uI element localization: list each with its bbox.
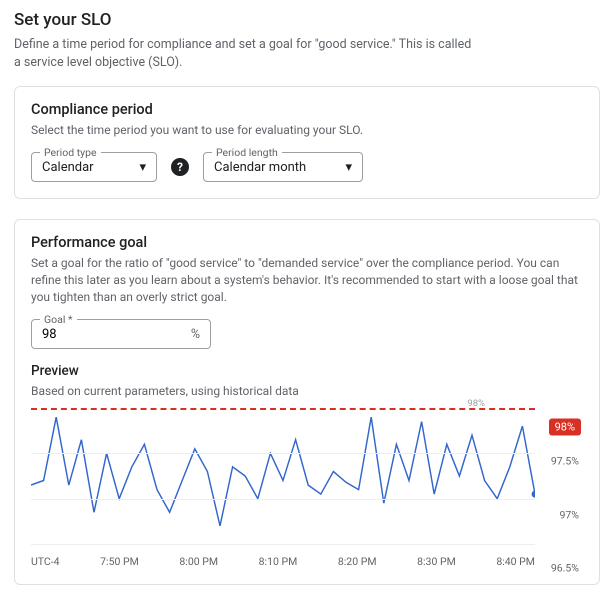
threshold-badge: 98%	[549, 419, 581, 436]
goal-label: Goal *	[40, 313, 77, 326]
x-tick: 8:00 PM	[179, 555, 218, 568]
x-tick: UTC-4	[31, 555, 60, 568]
x-tick: 8:30 PM	[417, 555, 456, 568]
compliance-desc: Select the time period you want to use f…	[31, 122, 583, 139]
performance-card: Performance goal Set a goal for the rati…	[14, 219, 600, 586]
period-length-value: Calendar month	[214, 160, 306, 175]
x-tick: 8:20 PM	[338, 555, 377, 568]
period-type-value: Calendar	[42, 160, 94, 175]
x-tick: 8:10 PM	[259, 555, 298, 568]
x-tick: 8:40 PM	[496, 555, 535, 568]
page-title: Set your SLO	[14, 10, 600, 30]
period-length-select[interactable]: Period length Calendar month ▾	[203, 152, 363, 182]
goal-input[interactable]	[42, 327, 183, 342]
period-type-label: Period type	[40, 146, 101, 159]
goal-field[interactable]: Goal * %	[31, 319, 211, 349]
preview-desc: Based on current parameters, using histo…	[31, 383, 583, 400]
y-tick: 97.5%	[551, 455, 579, 468]
x-tick: 7:50 PM	[100, 555, 139, 568]
y-tick: 96.5%	[551, 562, 579, 575]
performance-desc: Set a goal for the ratio of "good servic…	[31, 255, 583, 307]
compliance-title: Compliance period	[31, 101, 583, 118]
grid-line	[31, 499, 535, 500]
x-axis: UTC-4 7:50 PM 8:00 PM 8:10 PM 8:20 PM 8:…	[31, 555, 535, 568]
compliance-card: Compliance period Select the time period…	[14, 86, 600, 198]
performance-title: Performance goal	[31, 234, 583, 251]
threshold-line	[31, 408, 535, 410]
goal-unit: %	[191, 327, 200, 342]
period-type-select[interactable]: Period type Calendar ▾	[31, 152, 157, 182]
chevron-down-icon: ▾	[139, 160, 146, 175]
threshold-tiny-label: 98%	[467, 398, 485, 409]
period-length-label: Period length	[212, 146, 282, 159]
chart-svg	[31, 408, 535, 544]
y-tick: 97%	[560, 508, 580, 521]
chart-plot: 98%	[31, 408, 535, 544]
help-icon[interactable]: ?	[171, 158, 189, 176]
chevron-down-icon: ▾	[345, 160, 352, 175]
page-subtitle: Define a time period for compliance and …	[14, 36, 474, 72]
grid-line	[31, 453, 535, 454]
preview-title: Preview	[31, 363, 583, 379]
preview-chart: 98% 98% 97.5% 97% 96.5% UTC-4 7:50 PM 8:…	[31, 408, 583, 568]
